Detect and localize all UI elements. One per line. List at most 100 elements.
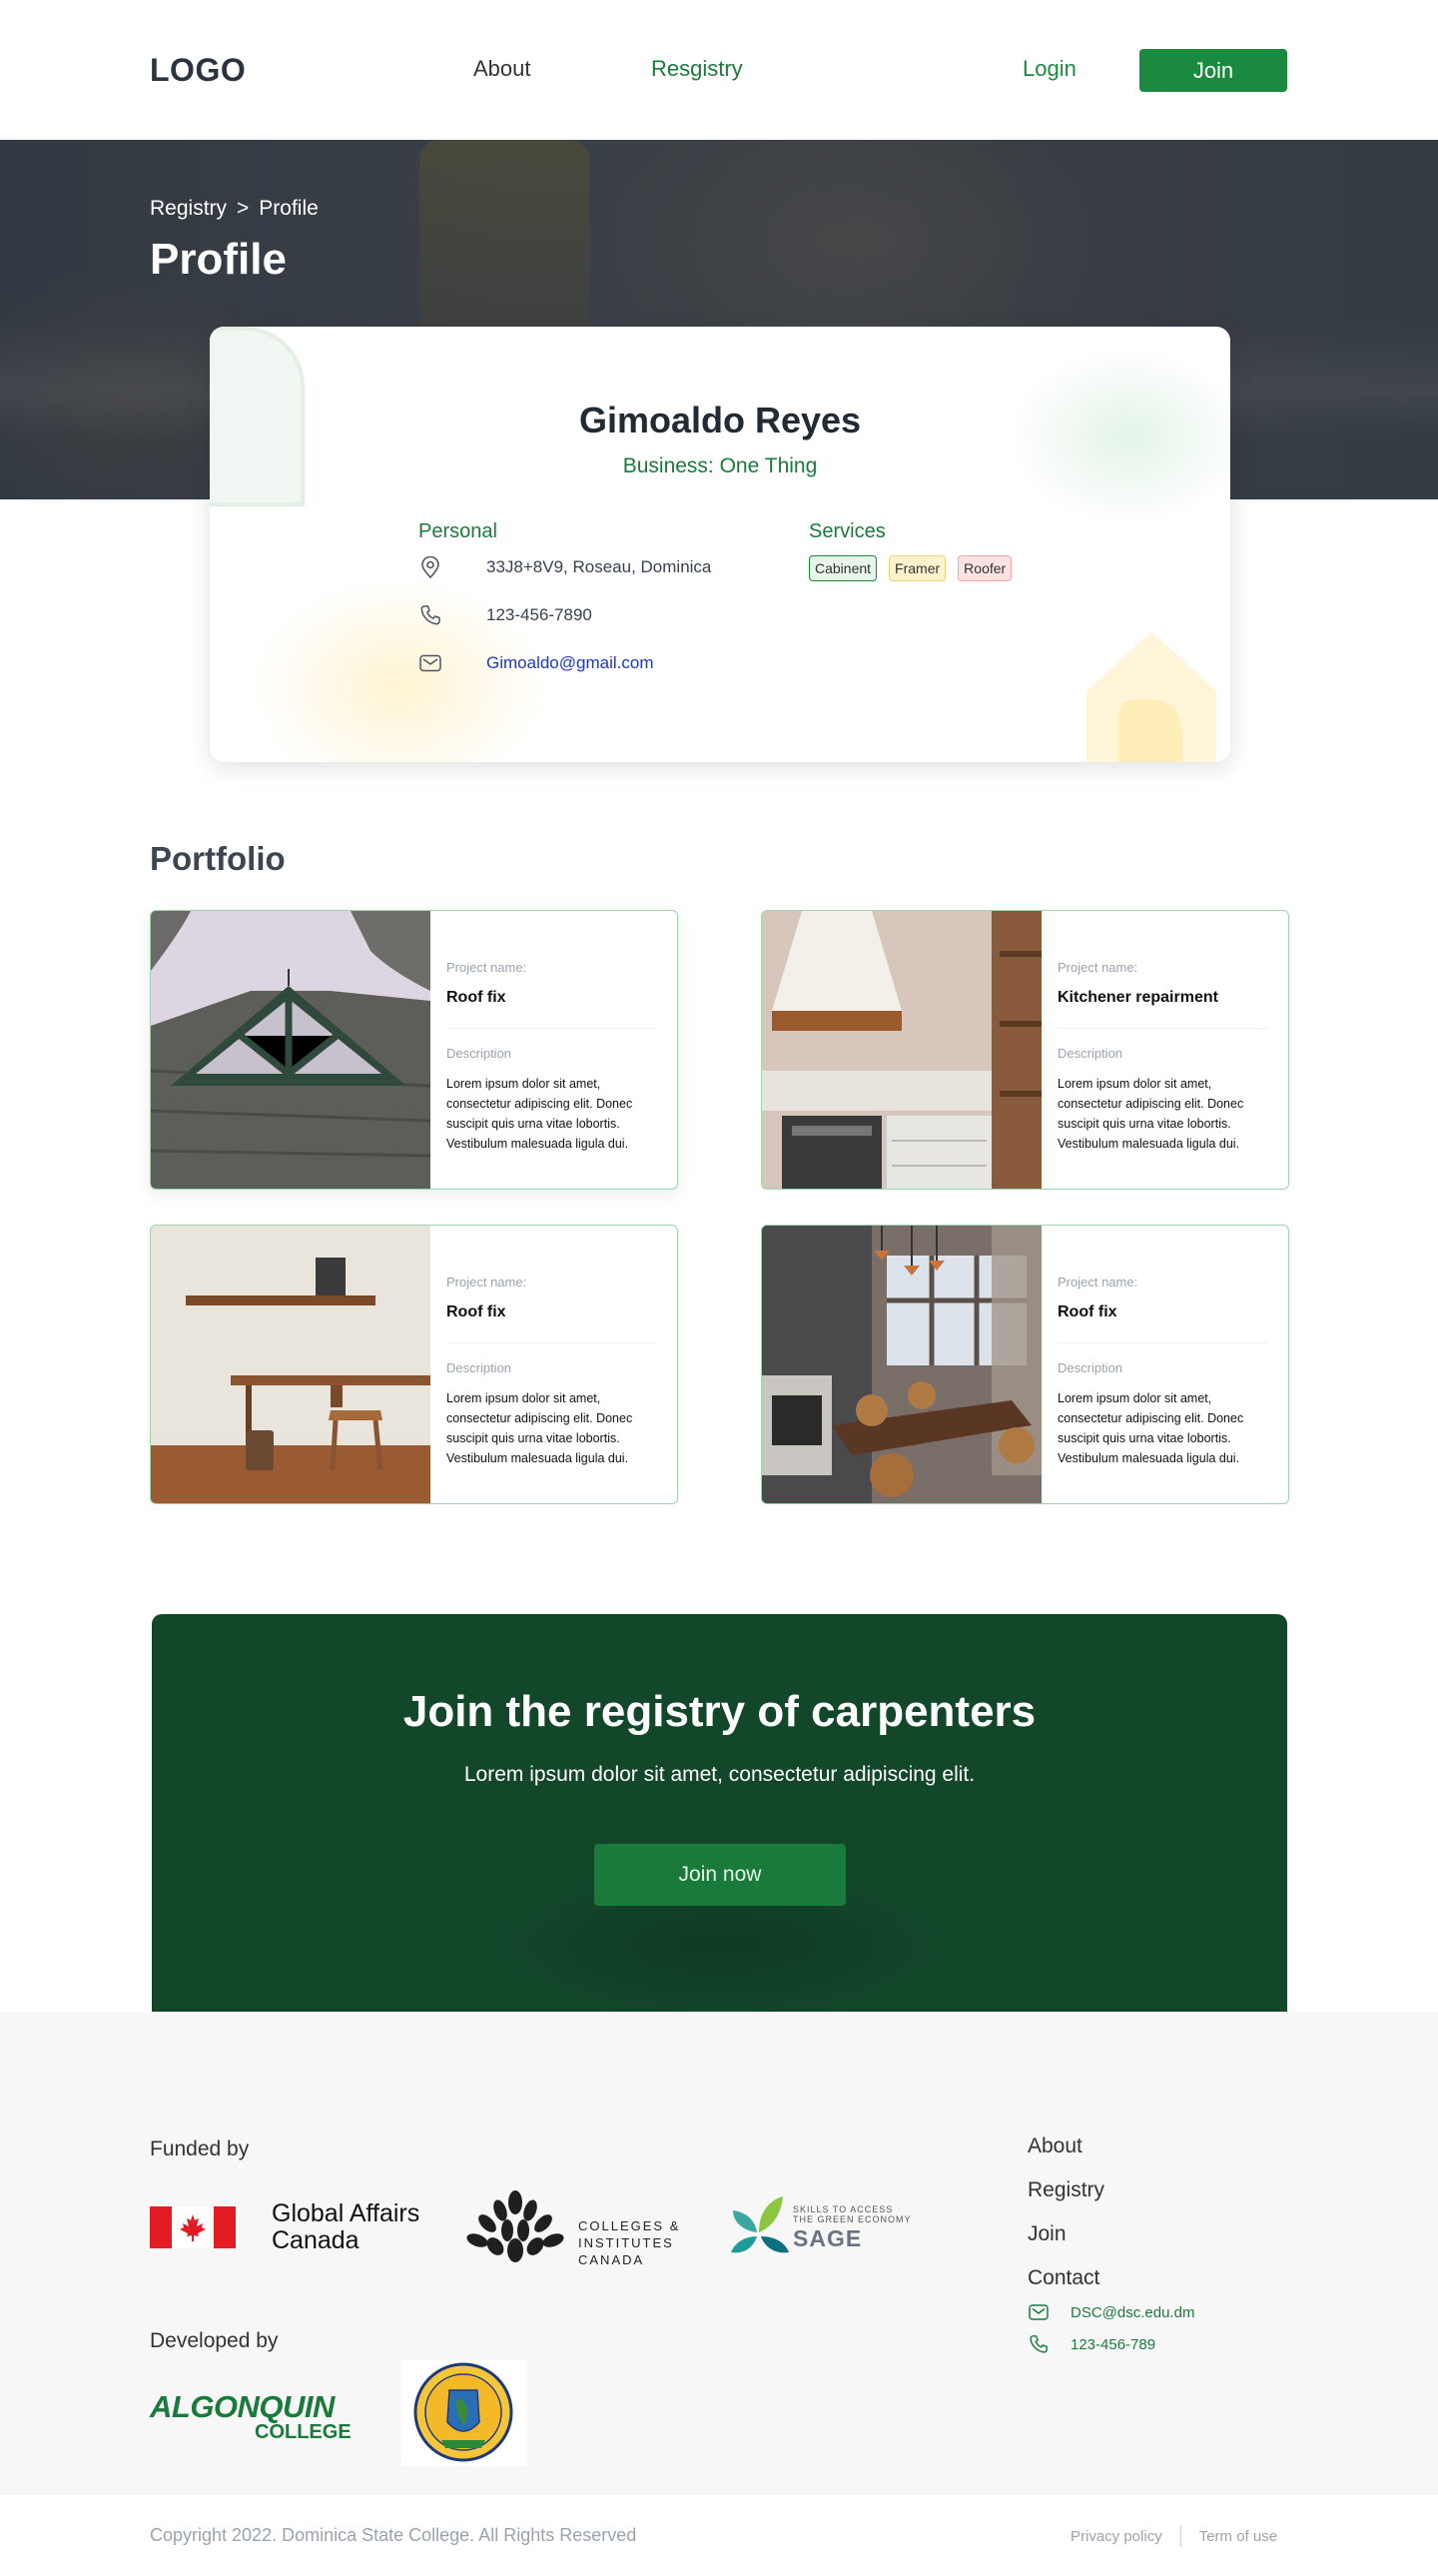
- footer-link-about[interactable]: About: [1028, 2135, 1082, 2158]
- algonquin-line1: ALGONQUIN: [150, 2389, 335, 2424]
- sage-line2: THE GREEN ECONOMY: [793, 2214, 912, 2224]
- global-affairs-canada-logo[interactable]: Global Affairs Canada: [150, 2200, 429, 2256]
- email-row: Gimoaldo@gmail.com: [418, 648, 653, 678]
- project-description: Lorem ipsum dolor sit amet, consectetur …: [446, 1077, 633, 1151]
- description-label: Description: [446, 1046, 512, 1061]
- email-link[interactable]: Gimoaldo@gmail.com: [486, 653, 653, 673]
- legal-links: Privacy policy Term of use: [1071, 2525, 1277, 2547]
- portfolio-card[interactable]: Project name: Roof fix Description Lorem…: [150, 910, 678, 1190]
- join-cta-banner: Join the registry of carpenters Lorem ip…: [152, 1614, 1287, 2024]
- divider: [1058, 1028, 1267, 1029]
- join-button[interactable]: Join: [1139, 49, 1287, 92]
- gac-wordmark: Global Affairs Canada: [272, 2200, 419, 2254]
- site-header: LOGO About Resgistry Login Join: [0, 0, 1438, 140]
- project-image-desk: [151, 1226, 430, 1503]
- login-link[interactable]: Login: [1023, 56, 1077, 82]
- site-logo[interactable]: LOGO: [150, 52, 246, 89]
- footer-phone-row: 123-456-789: [1028, 2333, 1155, 2355]
- project-description: Lorem ipsum dolor sit amet, consectetur …: [1058, 1077, 1244, 1151]
- join-now-button[interactable]: Join now: [594, 1844, 846, 1906]
- footer-email-link[interactable]: DSC@dsc.edu.dm: [1071, 2304, 1194, 2321]
- services-heading: Services: [809, 520, 886, 542]
- developed-by-label: Developed by: [150, 2329, 279, 2352]
- footer-phone-text: 123-456-789: [1071, 2335, 1156, 2353]
- footer-email-row: DSC@dsc.edu.dm: [1028, 2301, 1194, 2323]
- divider: [1179, 2525, 1181, 2547]
- breadcrumb-current: Profile: [259, 197, 319, 220]
- cic-wordmark: COLLEGES & INSTITUTES CANADA: [578, 2217, 680, 2268]
- profile-business: Business: One Thing: [622, 454, 818, 477]
- portfolio-heading: Portfolio: [150, 840, 286, 877]
- cic-line2: INSTITUTES: [578, 2235, 674, 2250]
- description-label: Description: [1058, 1046, 1123, 1061]
- personal-heading: Personal: [418, 520, 497, 542]
- sage-logo[interactable]: SKILLS TO ACCESS THE GREEN ECONOMY SAGE: [731, 2192, 931, 2262]
- cic-line3: CANADA: [578, 2252, 645, 2267]
- maple-leaf-icon: [172, 2206, 214, 2248]
- project-name-label: Project name:: [446, 1275, 527, 1289]
- sage-tagline: SKILLS TO ACCESS THE GREEN ECONOMY: [793, 2204, 912, 2224]
- algonquin-college-logo[interactable]: ALGONQUIN COLLEGE: [150, 2389, 352, 2445]
- dominica-state-college-seal[interactable]: [401, 2360, 526, 2466]
- project-image-dining: [762, 1226, 1042, 1503]
- project-name-label: Project name:: [1058, 960, 1138, 975]
- privacy-policy-link[interactable]: Privacy policy: [1071, 2528, 1162, 2545]
- gac-line1: Global Affairs: [272, 2199, 420, 2227]
- project-description: Lorem ipsum dolor sit amet, consectetur …: [446, 1391, 633, 1465]
- phone-row: 123-456-7890: [418, 600, 592, 630]
- portfolio-card[interactable]: Project name: Roof fix Description Lorem…: [761, 1225, 1289, 1504]
- cic-leaves-icon: [466, 2190, 564, 2262]
- copyright-text: Copyright 2022. Dominica State College. …: [150, 2525, 637, 2545]
- copyright-bar: Copyright 2022. Dominica State College. …: [0, 2493, 1438, 2576]
- sage-name: SAGE: [793, 2225, 863, 2251]
- location-pin-icon: [418, 555, 442, 579]
- project-name-label: Project name:: [446, 960, 527, 975]
- decorative-house-icon: [1086, 631, 1216, 762]
- service-tag: Framer: [889, 555, 947, 581]
- canada-flag-icon: [150, 2206, 236, 2248]
- service-tag: Roofer: [958, 555, 1013, 581]
- project-name: Roof fix: [446, 1303, 506, 1320]
- project-details: Project name: Roof fix Description Lorem…: [446, 911, 668, 1189]
- phone-icon: [1028, 2333, 1050, 2355]
- site-footer: Funded by Global Affairs Canada COLLEGES…: [0, 2012, 1438, 2493]
- phone-icon: [418, 603, 442, 627]
- project-description: Lorem ipsum dolor sit amet, consectetur …: [1058, 1391, 1244, 1465]
- project-name-label: Project name:: [1058, 1275, 1138, 1289]
- mail-icon: [418, 651, 442, 675]
- project-details: Project name: Roof fix Description Lorem…: [1058, 1226, 1279, 1503]
- footer-link-contact[interactable]: Contact: [1028, 2266, 1099, 2290]
- sage-line1: SKILLS TO ACCESS: [793, 2204, 894, 2214]
- page-title: Profile: [150, 235, 287, 284]
- divider: [446, 1028, 656, 1029]
- portfolio-card[interactable]: Project name: Roof fix Description Lorem…: [150, 1225, 678, 1504]
- project-image-roof: [151, 911, 430, 1189]
- funded-by-label: Funded by: [150, 2138, 250, 2160]
- phone-text: 123-456-7890: [486, 605, 592, 624]
- footer-link-join[interactable]: Join: [1028, 2222, 1067, 2246]
- nav-registry[interactable]: Resgistry: [651, 56, 743, 82]
- mail-icon: [1028, 2301, 1050, 2323]
- nav-about[interactable]: About: [473, 56, 531, 82]
- portfolio-card[interactable]: Project name: Kitchener repairment Descr…: [761, 910, 1289, 1190]
- project-details: Project name: Roof fix Description Lorem…: [446, 1226, 668, 1503]
- description-label: Description: [1058, 1360, 1123, 1375]
- sage-leaves-icon: [731, 2196, 789, 2253]
- breadcrumb-separator: >: [237, 197, 250, 220]
- breadcrumb: Registry > Profile: [150, 197, 319, 221]
- services-tags: Cabinent Framer Roofer: [809, 555, 1013, 581]
- footer-link-registry[interactable]: Registry: [1028, 2178, 1104, 2202]
- address-row: 33J8+8V9, Roseau, Dominica: [418, 552, 711, 582]
- project-name: Kitchener repairment: [1058, 989, 1218, 1006]
- cic-line1: COLLEGES &: [578, 2218, 681, 2233]
- address-text: 33J8+8V9, Roseau, Dominica: [486, 557, 712, 576]
- colleges-institutes-canada-logo[interactable]: COLLEGES & INSTITUTES CANADA: [465, 2188, 695, 2268]
- breadcrumb-registry[interactable]: Registry: [150, 197, 227, 221]
- profile-card: Gimoaldo Reyes Business: One Thing Perso…: [210, 327, 1230, 762]
- project-name: Roof fix: [1058, 1303, 1117, 1320]
- description-label: Description: [446, 1360, 512, 1375]
- project-name: Roof fix: [446, 989, 506, 1006]
- divider: [1058, 1342, 1267, 1343]
- project-image-kitchen: [762, 911, 1042, 1189]
- terms-of-use-link[interactable]: Term of use: [1199, 2528, 1277, 2545]
